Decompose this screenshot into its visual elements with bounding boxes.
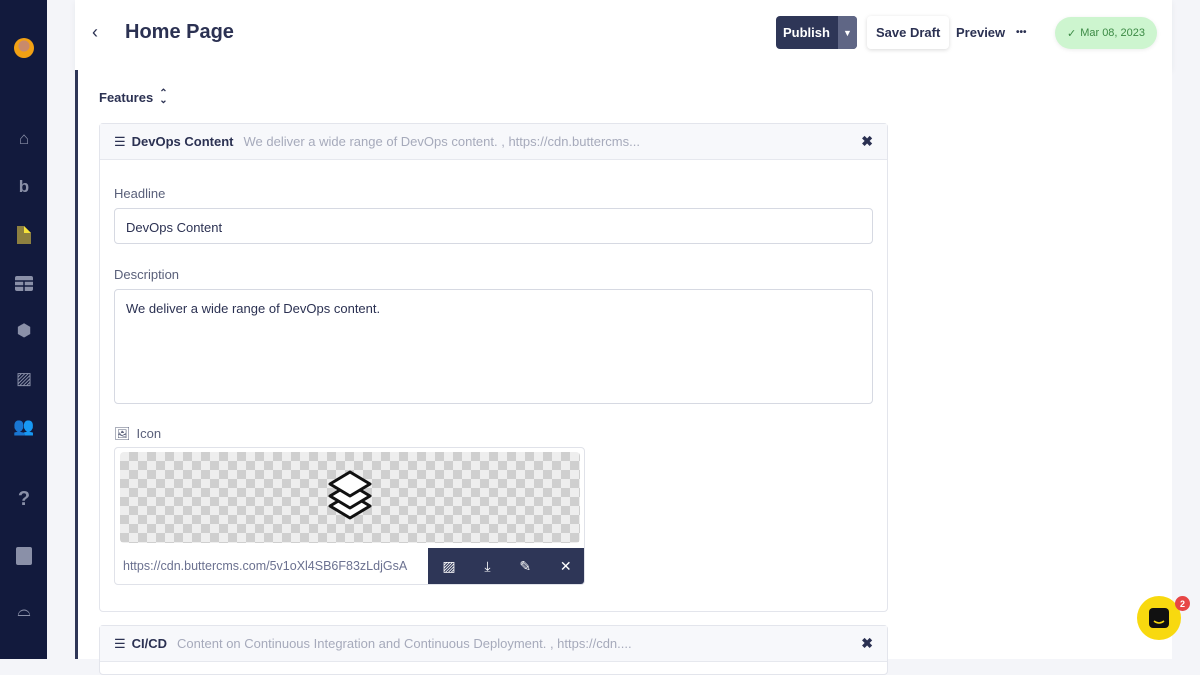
blog-icon[interactable]: b bbox=[13, 176, 35, 198]
media-icon[interactable]: ▨ bbox=[13, 368, 35, 390]
layers-icon bbox=[328, 470, 372, 520]
item-title: DevOps Content bbox=[131, 134, 234, 149]
close-icon[interactable]: ✖ bbox=[861, 635, 873, 652]
item-header[interactable]: ☰ DevOps Content We deliver a wide range… bbox=[100, 124, 887, 160]
edit-icon[interactable]: ✎ bbox=[519, 558, 531, 575]
docs-icon[interactable] bbox=[13, 545, 35, 567]
feature-item: ☰ DevOps Content We deliver a wide range… bbox=[99, 123, 888, 612]
item-summary: Content on Continuous Integration and Co… bbox=[177, 636, 632, 651]
chevron-down-icon[interactable]: ▼ bbox=[837, 16, 857, 49]
chat-icon bbox=[1149, 608, 1169, 628]
item-title: CI/CD bbox=[131, 636, 168, 651]
download-icon[interactable]: ⤓ bbox=[484, 558, 490, 575]
more-options-icon[interactable]: ••• bbox=[1016, 27, 1027, 38]
image-url[interactable]: https://cdn.buttercms.com/5v1oXl4SB6F83z… bbox=[115, 548, 428, 584]
image-field: https://cdn.buttercms.com/5v1oXl4SB6F83z… bbox=[114, 447, 585, 585]
page-header: ‹ Home Page Publish ▼ Save Draft Preview … bbox=[75, 0, 1172, 70]
page-title: Home Page bbox=[125, 21, 234, 43]
icon-label-text: Icon bbox=[136, 426, 162, 441]
back-button[interactable]: ‹ bbox=[92, 22, 98, 43]
features-header[interactable]: Features ⌃ ⌄ bbox=[99, 89, 168, 106]
help-icon[interactable]: ? bbox=[13, 488, 35, 510]
features-label: Features bbox=[99, 90, 154, 105]
pages-icon[interactable] bbox=[13, 224, 35, 246]
feature-item: ☰ CI/CD Content on Continuous Integratio… bbox=[99, 625, 888, 675]
status-badge: ✓ Mar 08, 2023 bbox=[1055, 17, 1157, 49]
image-icon: 🖼 bbox=[114, 426, 131, 441]
drag-handle-icon[interactable]: ☰ bbox=[114, 134, 126, 150]
sidebar: ⌂ b ⬢ ▨ 👥 ? ⌓ bbox=[0, 0, 47, 659]
image-preview[interactable] bbox=[120, 452, 580, 543]
preview-button[interactable]: Preview bbox=[956, 25, 1005, 40]
components-icon[interactable]: ⬢ bbox=[13, 320, 35, 342]
date-text: Mar 08, 2023 bbox=[1080, 27, 1146, 39]
icon-label: 🖼 Icon bbox=[114, 426, 161, 442]
main-content: Features ⌃ ⌄ ☰ DevOps Content We deliver a… bbox=[75, 70, 1172, 675]
item-summary: We deliver a wide range of DevOps conten… bbox=[243, 134, 640, 149]
avatar[interactable] bbox=[14, 38, 34, 58]
users-icon[interactable]: 👥 bbox=[13, 416, 35, 438]
description-label: Description bbox=[114, 267, 180, 282]
integrations-icon[interactable]: ⌓ bbox=[13, 600, 35, 622]
description-textarea[interactable]: We deliver a wide range of DevOps conten… bbox=[114, 289, 873, 404]
drag-handle-icon[interactable]: ☰ bbox=[114, 636, 126, 652]
publish-label[interactable]: Publish bbox=[776, 16, 838, 49]
item-header[interactable]: ☰ CI/CD Content on Continuous Integratio… bbox=[100, 626, 887, 662]
headline-input[interactable]: DevOps Content bbox=[114, 208, 873, 244]
image-toolbar: ▨ ⤓ ✎ ✕ bbox=[428, 548, 584, 584]
collections-icon[interactable] bbox=[13, 272, 35, 294]
headline-label: Headline bbox=[114, 186, 166, 201]
check-icon: ✓ bbox=[1066, 27, 1077, 40]
save-draft-button[interactable]: Save Draft bbox=[867, 16, 950, 49]
media-library-icon[interactable]: ▨ bbox=[442, 558, 455, 575]
home-icon[interactable]: ⌂ bbox=[13, 128, 35, 150]
remove-icon[interactable]: ✕ bbox=[560, 558, 572, 575]
close-icon[interactable]: ✖ bbox=[861, 133, 873, 150]
publish-button[interactable]: Publish ▼ bbox=[776, 16, 857, 49]
sort-icon[interactable]: ⌃ ⌄ bbox=[159, 89, 167, 106]
notification-badge: 2 bbox=[1175, 596, 1190, 611]
